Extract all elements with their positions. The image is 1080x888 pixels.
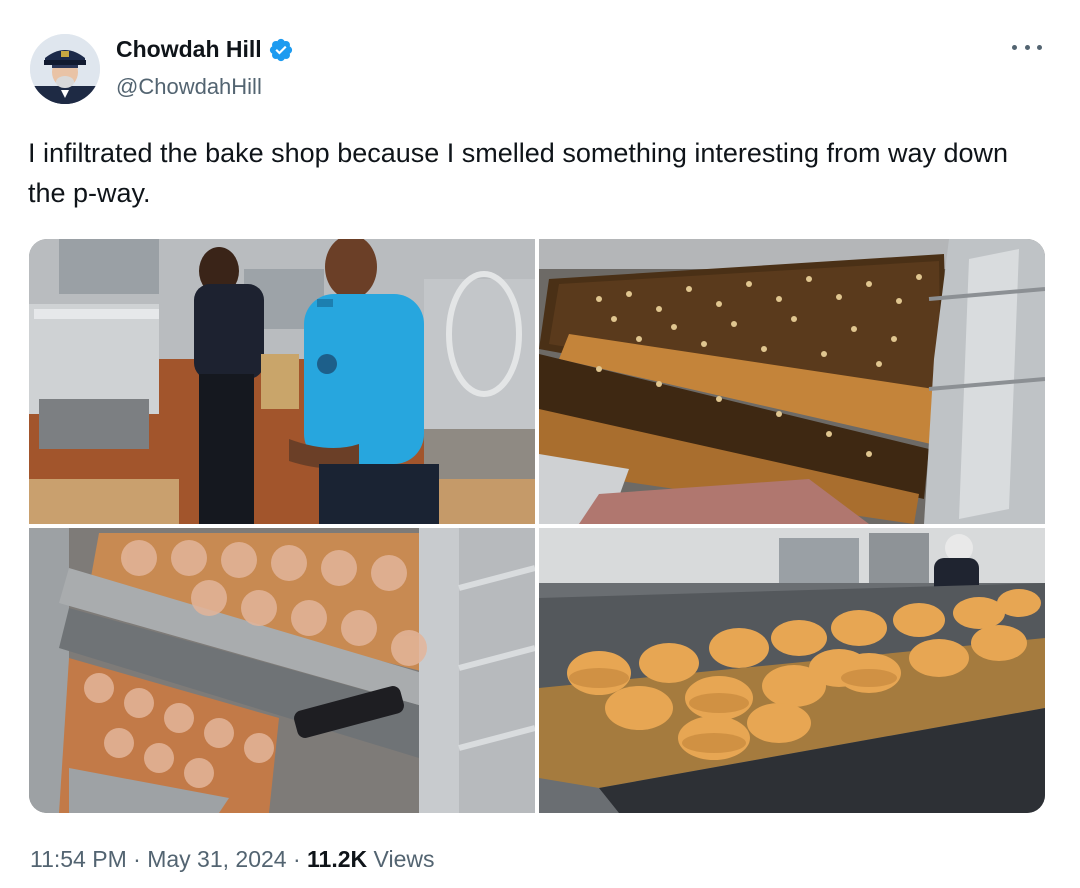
sheet-pans-image <box>539 239 1045 524</box>
author-name-text[interactable]: Chowdah Hill <box>116 36 262 63</box>
author-avatar[interactable] <box>30 34 100 104</box>
tweet-time[interactable]: 11:54 PM <box>30 846 127 872</box>
verified-badge-icon <box>269 38 292 61</box>
more-dot <box>1012 44 1017 50</box>
views-label: Views <box>373 846 435 872</box>
media-grid <box>29 239 1045 813</box>
meta-separator: · <box>286 846 308 872</box>
more-dot <box>1024 44 1030 50</box>
tweet-card: Chowdah Hill @ChowdahHill I infiltrated … <box>0 0 1080 888</box>
tweet-metadata: 11:54 PM · May 31, 2024 · 11.2K Views <box>30 846 434 873</box>
muffins-image <box>539 528 1045 813</box>
photo-bakers-in-kitchen[interactable] <box>29 239 535 524</box>
photo-cinnamon-rolls-on-rack[interactable] <box>29 528 535 813</box>
author-name[interactable]: Chowdah Hill <box>116 36 294 63</box>
meta-separator: · <box>126 846 148 872</box>
tweet-text: I infiltrated the bake shop because I sm… <box>28 138 1009 208</box>
tweet-date[interactable]: May 31, 2024 <box>147 846 286 872</box>
author-handle[interactable]: @ChowdahHill <box>116 74 262 100</box>
more-dot <box>1037 44 1042 50</box>
photo-muffins-on-trays[interactable] <box>539 528 1045 813</box>
bakers-in-kitchen-image <box>29 239 535 524</box>
photo-sheet-pans-with-nut-topping[interactable] <box>539 239 1045 524</box>
cinnamon-rolls-image <box>29 528 535 813</box>
avatar-naval-officer-icon <box>30 34 100 104</box>
views-count[interactable]: 11.2K <box>307 846 367 872</box>
more-horizontal-icon[interactable] <box>1012 36 1042 58</box>
